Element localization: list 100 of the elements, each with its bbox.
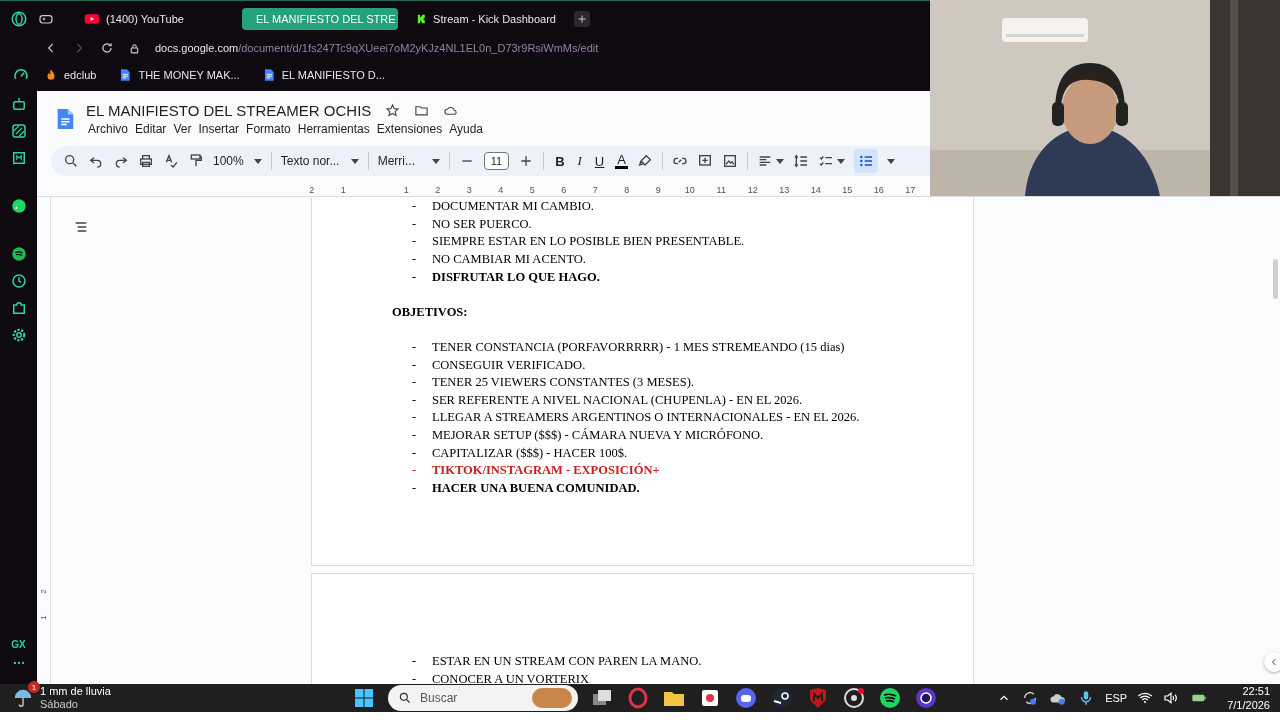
underline-button[interactable]: U [592, 153, 607, 169]
video-play-icon [84, 11, 100, 27]
bulleted-list-button[interactable] [853, 149, 878, 173]
list-item: CONSEGUIR VERIFICADO. [432, 357, 586, 373]
style-dropdown[interactable]: Texto nor... [280, 154, 359, 168]
scrollbar[interactable] [1273, 259, 1278, 299]
ruler-number: 11 [715, 185, 727, 195]
ruler-number: 2 [434, 185, 442, 195]
list-item: SER REFERENTE A NIVEL NACIONAL (CHUPENLA) - EN EL 2026. [432, 392, 803, 408]
checklist-icon [817, 153, 834, 169]
chat-bubble-icon[interactable] [9, 197, 28, 215]
paint-format-icon[interactable] [188, 153, 204, 169]
ruler-number: 9 [654, 185, 662, 195]
clock[interactable]: 22:51 7/1/2026 [1227, 684, 1270, 712]
plus-icon [576, 13, 588, 25]
menu-item[interactable]: Ver [171, 121, 197, 136]
checklist-dropdown[interactable] [817, 153, 845, 169]
outline-icon[interactable] [73, 219, 89, 235]
list-dash: - [412, 375, 418, 391]
menu-item[interactable]: Extensiones [374, 121, 448, 136]
menu-item[interactable]: Insertar [196, 121, 245, 136]
collapse-button[interactable] [1264, 652, 1280, 672]
bold-button[interactable]: B [553, 153, 567, 169]
caret-icon[interactable] [836, 158, 845, 164]
list-dash: - [412, 252, 418, 268]
caret-icon[interactable] [253, 158, 262, 164]
striped-square-icon[interactable] [9, 122, 28, 140]
ruler-number: 17 [904, 185, 917, 195]
spellcheck-icon[interactable] [163, 153, 179, 169]
list-item: CONOCER A UN VORTERIX [432, 671, 590, 684]
document-title[interactable]: EL MANIFIESTO DEL STREAMER OCHIS [86, 101, 372, 119]
list-dash: - [412, 216, 418, 232]
ruler-number: 13 [778, 185, 791, 195]
list-dash: - [412, 654, 418, 670]
wifi-icon[interactable] [1137, 690, 1154, 706]
ruler-number: 1 [402, 185, 410, 195]
highlighter-icon[interactable] [636, 153, 653, 169]
bookmark[interactable]: edclub [44, 67, 105, 82]
zoom-dropdown[interactable]: 100% [213, 154, 262, 168]
gx-label[interactable]: GX [11, 639, 26, 650]
windows-start-icon[interactable] [352, 686, 376, 710]
search-icon[interactable] [63, 153, 79, 169]
address-field[interactable]: docs.google.com/document/d/1fs247Tc9qXUeei7oM2yKJz4NL1EL0n_D73r9RsiWmMs/edit [155, 42, 599, 54]
browser-tab[interactable]: (1400) YouTube [76, 8, 232, 30]
more-icon[interactable] [11, 659, 26, 667]
reload-icon[interactable] [100, 41, 114, 55]
game-controller-icon[interactable] [734, 686, 758, 710]
lock-icon [128, 41, 141, 55]
menu-item[interactable]: Formato [244, 121, 296, 136]
star-icon[interactable] [385, 102, 401, 118]
list-item: DISFRUTAR LO QUE HAGO. [432, 269, 600, 285]
line-spacing-icon[interactable] [792, 153, 809, 169]
music-circle-icon[interactable] [9, 245, 28, 263]
new-tab-button[interactable] [574, 11, 590, 27]
ruler-number: 8 [623, 185, 631, 195]
image-icon[interactable] [721, 153, 738, 169]
section-heading: OBJETIVOS: [392, 304, 468, 320]
umbrella-icon[interactable] [12, 687, 34, 709]
add-comment-icon[interactable] [696, 153, 713, 169]
camera-lens-icon[interactable] [914, 686, 938, 710]
list-item: NO SER PUERCO. [432, 216, 532, 232]
clock-icon[interactable] [9, 272, 28, 290]
weather-text[interactable]: 1 mm de lluvia [40, 685, 111, 698]
document-icon [118, 66, 133, 83]
italic-button[interactable]: I [575, 153, 584, 169]
ruler-number: 14 [809, 185, 822, 195]
caret-icon[interactable] [350, 158, 359, 164]
language-indicator[interactable]: ESP [1105, 692, 1128, 704]
list-dash: - [412, 428, 418, 443]
list-item: NO CAMBIAR MI ACENTO. [432, 252, 586, 268]
list-dash: - [412, 269, 418, 285]
search-icon [398, 691, 412, 705]
list-dash: - [412, 357, 418, 373]
speaker-icon[interactable] [1163, 690, 1180, 706]
list-item: LLEGAR A STREAMERS ARGENTINOS O INTERNACIONALES - EN EL 2026. [432, 410, 860, 426]
menu-item[interactable]: Ayuda [447, 121, 488, 136]
list-dash: - [412, 410, 418, 426]
menu-item[interactable]: Editar [133, 121, 172, 136]
weather-day[interactable]: Sábado [40, 698, 111, 711]
caret-icon[interactable] [775, 158, 784, 164]
ruler-number: 10 [683, 185, 696, 195]
ruler-number: 2 [39, 589, 48, 594]
font-size-field[interactable]: 11 [483, 152, 510, 170]
menu-item[interactable]: Herramientas [295, 121, 375, 136]
caret-icon[interactable] [886, 158, 895, 164]
menu-item[interactable]: Archivo [86, 121, 133, 136]
ruler-number: 2 [308, 185, 316, 195]
browser-tab[interactable]: Stream - Kick Dashboard [408, 8, 564, 30]
caret-icon[interactable] [431, 158, 440, 164]
list-item: CAPITALIZAR ($$$) - HACER 100$. [432, 445, 628, 461]
list-dash: - [412, 340, 418, 356]
aperture-icon[interactable] [842, 686, 866, 710]
list-dash: - [412, 199, 418, 215]
print-icon[interactable] [138, 153, 154, 169]
bookmark[interactable]: THE MONEY MAK... [118, 66, 248, 83]
bookmark[interactable]: EL MANIFIESTO D... [261, 66, 393, 83]
ruler-number: 16 [872, 185, 885, 195]
font-dropdown[interactable]: Merri... [377, 154, 440, 168]
text-color-button[interactable]: A [615, 153, 628, 169]
search-field[interactable]: Buscar [388, 685, 578, 711]
